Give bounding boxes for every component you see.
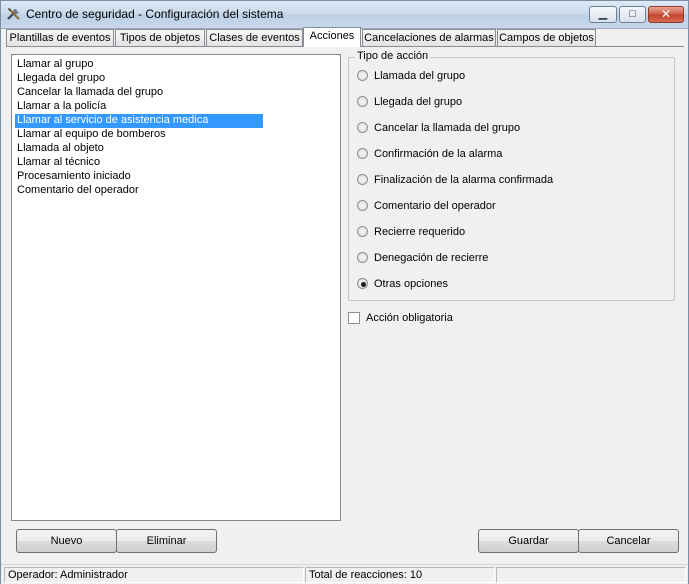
- tab-clases-de-eventos[interactable]: Clases de eventos: [206, 29, 303, 46]
- list-item[interactable]: Llamar al técnico: [15, 156, 102, 170]
- maximize-button[interactable]: □: [619, 6, 646, 23]
- list-item[interactable]: Llamar al equipo de bomberos: [15, 128, 168, 142]
- tools-icon: [7, 8, 20, 20]
- tab-acciones[interactable]: Acciones: [303, 27, 361, 47]
- radio-circle[interactable]: [357, 226, 368, 237]
- radio-circle[interactable]: [357, 70, 368, 81]
- action-type-legend: Tipo de acción: [355, 50, 431, 63]
- radio-label: Cancelar la llamada del grupo: [374, 122, 521, 134]
- status-extra: [496, 567, 686, 583]
- maximize-icon: □: [629, 8, 636, 20]
- radio-label: Denegación de recierre: [374, 252, 489, 264]
- list-item[interactable]: Procesamiento iniciado: [15, 170, 133, 184]
- radio-label: Recierre requerido: [374, 226, 466, 238]
- actions-listbox[interactable]: Llamar al grupo Llegada del grupo Cancel…: [11, 54, 341, 521]
- radio-label: Confirmación de la alarma: [374, 148, 503, 160]
- radio-circle[interactable]: [357, 278, 368, 289]
- list-item[interactable]: Llamar al grupo: [15, 58, 95, 72]
- checkbox-box[interactable]: [348, 312, 360, 324]
- list-item[interactable]: Llegada del grupo: [15, 72, 107, 86]
- close-icon: ✕: [660, 7, 672, 21]
- status-reactions: Total de reacciones: 10: [305, 567, 495, 583]
- save-button[interactable]: Guardar: [478, 529, 579, 553]
- radio-label: Comentario del operador: [374, 200, 496, 212]
- list-item-selected[interactable]: Llamar al servicio de asistencia medica: [15, 114, 263, 128]
- radio-label: Llegada del grupo: [374, 96, 463, 108]
- list-item[interactable]: Cancelar la llamada del grupo: [15, 86, 165, 100]
- mandatory-action-label: Acción obligatoria: [366, 312, 453, 324]
- title-bar[interactable]: Centro de seguridad - Configuración del …: [1, 1, 688, 29]
- tab-cancelaciones-de-alarmas[interactable]: Cancelaciones de alarmas: [362, 29, 496, 46]
- radio-label: Llamada del grupo: [374, 70, 466, 82]
- main-window: Centro de seguridad - Configuración del …: [0, 0, 689, 584]
- minimize-icon: ▁: [598, 8, 608, 20]
- delete-button[interactable]: Eliminar: [116, 529, 217, 553]
- radio-circle[interactable]: [357, 174, 368, 185]
- tab-plantillas-de-eventos[interactable]: Plantillas de eventos: [6, 29, 114, 46]
- list-item[interactable]: Llamada al objeto: [15, 142, 106, 156]
- radio-circle[interactable]: [357, 96, 368, 107]
- cancel-button[interactable]: Cancelar: [578, 529, 679, 553]
- tab-tipos-de-objetos[interactable]: Tipos de objetos: [115, 29, 205, 46]
- radio-circle[interactable]: [357, 252, 368, 263]
- radio-circle[interactable]: [357, 122, 368, 133]
- status-bar: Operador: Administrador Total de reaccio…: [1, 564, 688, 584]
- radio-label: Otras opciones: [374, 278, 448, 290]
- list-item[interactable]: Llamar a la policía: [15, 100, 108, 114]
- minimize-button[interactable]: ▁: [589, 6, 617, 23]
- radio-label: Finalización de la alarma confirmada: [374, 174, 554, 186]
- tab-campos-de-objetos[interactable]: Campos de objetos: [497, 29, 596, 46]
- radio-circle[interactable]: [357, 200, 368, 211]
- window-title: Centro de seguridad - Configuración del …: [26, 7, 284, 21]
- status-operator: Operador: Administrador: [4, 567, 304, 583]
- new-button[interactable]: Nuevo: [16, 529, 117, 553]
- radio-circle[interactable]: [357, 148, 368, 159]
- list-item[interactable]: Comentario del operador: [15, 184, 141, 198]
- close-button[interactable]: ✕: [648, 6, 684, 23]
